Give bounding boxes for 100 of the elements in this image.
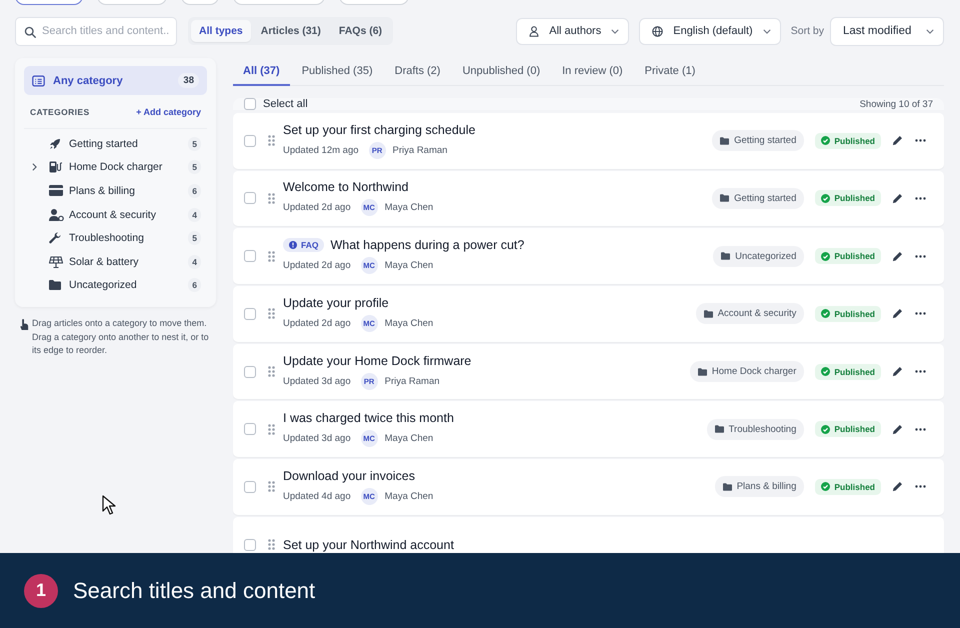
category-tag: Uncategorized [713, 246, 804, 267]
more-icon [914, 485, 926, 488]
drag-handle-icon [268, 366, 275, 377]
step-number: 1 [24, 574, 58, 608]
faq-badge: FAQ [283, 238, 324, 252]
result-count: Showing 10 of 37 [860, 98, 933, 110]
category-item[interactable]: Any category 38 [24, 66, 207, 95]
folder-icon [720, 136, 730, 145]
user-shield-icon [49, 208, 64, 221]
row-checkbox[interactable] [244, 192, 256, 204]
status-badge: Published [815, 306, 881, 322]
language-dropdown[interactable]: English (default) [639, 18, 781, 44]
row-checkbox[interactable] [244, 134, 256, 147]
folder-icon [722, 482, 732, 491]
updated-time: Updated 12m ago [283, 144, 359, 156]
category-item[interactable]: Troubleshooting 5 [24, 226, 207, 250]
author-name: Priya Raman [384, 376, 440, 386]
category-item[interactable]: Getting started 5 [24, 132, 207, 156]
author-name: Priya Raman [392, 144, 448, 156]
charger-icon [49, 161, 63, 174]
type-filter-tab[interactable]: Articles (31) [252, 20, 329, 42]
row-checkbox[interactable] [244, 250, 256, 262]
select-all-checkbox[interactable] [244, 98, 256, 110]
caption-text: Search titles and content [73, 578, 316, 604]
add-category-link[interactable]: + Add category [136, 107, 201, 117]
article-title[interactable]: Update your profile [283, 296, 389, 310]
category-tag: Getting started [712, 188, 804, 209]
category-item[interactable]: Account & security 4 [24, 202, 207, 226]
folder-icon [698, 368, 707, 376]
category-label: Troubleshooting [69, 232, 144, 244]
edit-button[interactable] [890, 422, 904, 436]
article-title[interactable]: Welcome to Northwind [283, 180, 409, 194]
rocket-icon [49, 138, 61, 150]
count-badge: 4 [188, 254, 201, 269]
row-checkbox[interactable] [244, 423, 256, 436]
check-circle-icon [821, 424, 830, 434]
edit-button[interactable] [890, 306, 904, 321]
pencil-icon [892, 135, 902, 146]
category-tag: Troubleshooting [706, 418, 804, 440]
status-badge: Published [815, 248, 881, 264]
updated-time: Updated 3d ago [283, 433, 351, 444]
category-item[interactable]: Plans & billing 6 [24, 179, 207, 203]
article-row[interactable]: Set up your Northwind account [233, 516, 944, 553]
edit-button[interactable] [890, 249, 904, 264]
type-filter-tab[interactable]: FAQs (6) [330, 20, 390, 42]
edit-button[interactable] [890, 364, 904, 378]
edit-button[interactable] [890, 480, 904, 494]
row-checkbox[interactable] [244, 480, 256, 493]
category-item[interactable]: Solar & battery 4 [24, 250, 207, 274]
author-name: Maya Chen [384, 433, 434, 444]
more-icon [914, 139, 926, 142]
status-badge: Published [815, 478, 881, 495]
author-dropdown[interactable]: All authors [516, 18, 630, 44]
article-title[interactable]: Download your invoices [283, 468, 416, 483]
pencil-icon [892, 308, 902, 320]
category-tag: Home Dock charger [690, 361, 804, 382]
author-name: Maya Chen [384, 318, 434, 329]
folder-icon [720, 194, 730, 202]
category-tag: Account & security [696, 303, 804, 324]
drag-handle-icon [268, 192, 275, 204]
drag-handle-icon [268, 135, 275, 146]
status-tab[interactable]: Published (35) [292, 58, 383, 86]
category-item[interactable]: Uncategorized 6 [24, 274, 207, 298]
more-icon [914, 312, 926, 316]
edit-button[interactable] [890, 191, 904, 206]
drag-handle-icon [268, 481, 275, 492]
row-checkbox[interactable] [244, 366, 256, 378]
status-badge: Published [815, 364, 881, 380]
article-title[interactable]: I was charged twice this month [283, 411, 454, 426]
category-tag: Plans & billing [714, 476, 804, 498]
status-tab[interactable]: In review (0) [552, 58, 633, 86]
category-item[interactable]: Home Dock charger 5 [24, 156, 207, 180]
author-name: Maya Chen [384, 490, 434, 502]
chevron-down-icon [762, 28, 771, 34]
edit-button[interactable] [890, 134, 904, 148]
help-text: Drag articles onto a category to move them. Drag a category onto another to nest it, or to its edge to reorder. [32, 317, 210, 358]
count-badge: 6 [188, 184, 201, 198]
updated-time: Updated 4d ago [283, 490, 351, 502]
more-icon [914, 196, 926, 200]
category-label: Account & security [69, 208, 156, 221]
drag-handle-icon [268, 539, 275, 550]
count-badge: 5 [188, 160, 201, 174]
type-filter-tab[interactable]: All types [191, 20, 251, 42]
status-tab[interactable]: Unpublished (0) [452, 58, 550, 86]
article-title[interactable]: Update your Home Dock firmware [283, 354, 472, 368]
category-label: Getting started [69, 138, 138, 150]
row-checkbox[interactable] [244, 308, 256, 320]
pencil-icon [892, 424, 902, 435]
count-badge: 4 [188, 208, 201, 222]
sort-dropdown[interactable]: Last modified [830, 16, 944, 46]
status-tab[interactable]: Private (1) [634, 58, 706, 86]
status-badge: Published [815, 421, 881, 438]
article-title[interactable]: What happens during a power cut? [330, 238, 524, 252]
check-circle-icon [821, 136, 830, 146]
status-badge: Published [815, 132, 881, 149]
search-field[interactable]: Search titles and content... [15, 16, 177, 46]
article-title[interactable]: Set up your Northwind account [283, 538, 454, 552]
status-tab[interactable]: All (37) [233, 58, 290, 86]
status-tab[interactable]: Drafts (2) [384, 58, 450, 86]
article-title[interactable]: Set up your first charging schedule [283, 122, 476, 137]
